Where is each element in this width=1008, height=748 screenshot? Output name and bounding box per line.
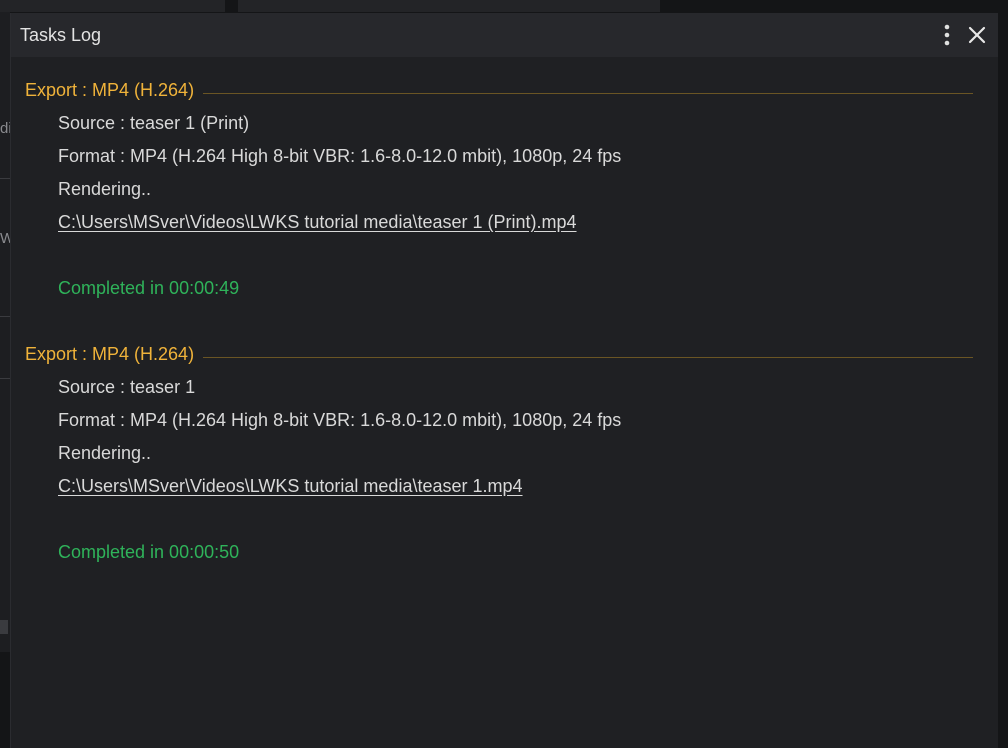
task-format: Format : MP4 (H.264 High 8-bit VBR: 1.6-… bbox=[58, 146, 622, 166]
task-header: Export : MP4 (H.264) bbox=[25, 344, 195, 364]
tasks-log-window: Tasks Log Export : MP4 (H.264) Source : … bbox=[10, 13, 998, 748]
task-status: Rendering.. bbox=[58, 179, 152, 199]
task-completed: Completed in 00:00:49 bbox=[58, 278, 240, 298]
background-text-fragment: di bbox=[0, 120, 10, 137]
task-format: Format : MP4 (H.264 High 8-bit VBR: 1.6-… bbox=[58, 410, 622, 430]
background-divider bbox=[0, 316, 10, 317]
background-scrollbar bbox=[0, 620, 8, 634]
task-source: Source : teaser 1 (Print) bbox=[58, 113, 250, 133]
menu-button[interactable] bbox=[937, 23, 957, 47]
task-source: Source : teaser 1 bbox=[58, 377, 196, 397]
background-left-panel bbox=[0, 12, 10, 652]
task-divider bbox=[203, 357, 973, 358]
window-title: Tasks Log bbox=[20, 25, 102, 45]
task-divider bbox=[203, 93, 973, 94]
background-panel bbox=[238, 0, 660, 12]
background-panel bbox=[0, 0, 225, 12]
titlebar: Tasks Log bbox=[11, 13, 998, 57]
close-icon bbox=[968, 26, 986, 44]
task-output-path-link[interactable]: C:\Users\MSver\Videos\LWKS tutorial medi… bbox=[58, 212, 577, 233]
background-divider bbox=[0, 178, 10, 179]
task-header: Export : MP4 (H.264) bbox=[25, 80, 195, 100]
background-text-fragment: W bbox=[0, 230, 10, 247]
task-completed: Completed in 00:00:50 bbox=[58, 542, 240, 562]
task-status: Rendering.. bbox=[58, 443, 152, 463]
background-divider bbox=[0, 378, 10, 379]
close-button[interactable] bbox=[965, 23, 989, 47]
task-output-path-link[interactable]: C:\Users\MSver\Videos\LWKS tutorial medi… bbox=[58, 476, 523, 497]
vertical-dots-icon bbox=[944, 24, 950, 46]
